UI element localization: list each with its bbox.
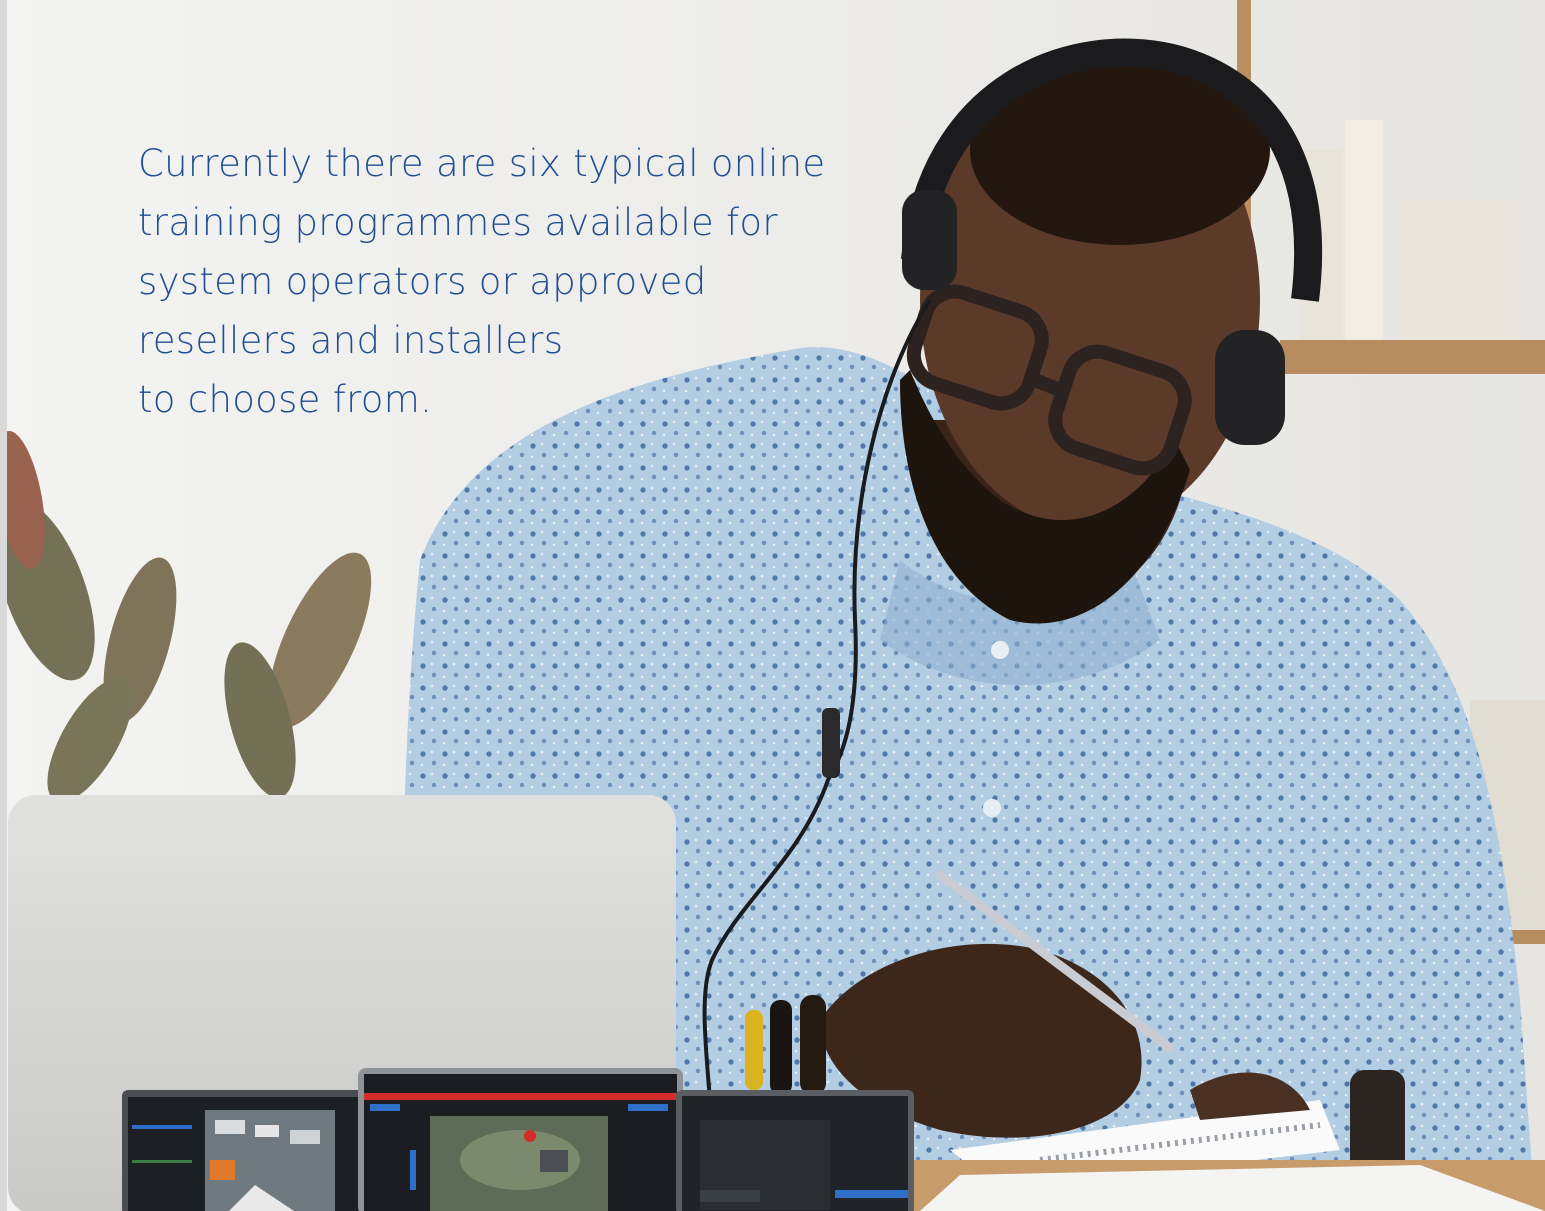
page-edge-rule [0, 0, 7, 1211]
intro-line: resellers and installers [138, 319, 564, 362]
intro-line: system operators or approved [138, 260, 707, 303]
intro-line: Currently there are six typical online [138, 142, 826, 185]
intro-line: to choose from. [138, 378, 433, 421]
photo-page: Currently there are six typical online t… [0, 0, 1545, 1211]
intro-line: training programmes available for [138, 201, 778, 244]
intro-text: Currently there are six typical online t… [138, 134, 858, 429]
shirt-button [991, 641, 1009, 659]
shirt-button [983, 799, 1001, 817]
